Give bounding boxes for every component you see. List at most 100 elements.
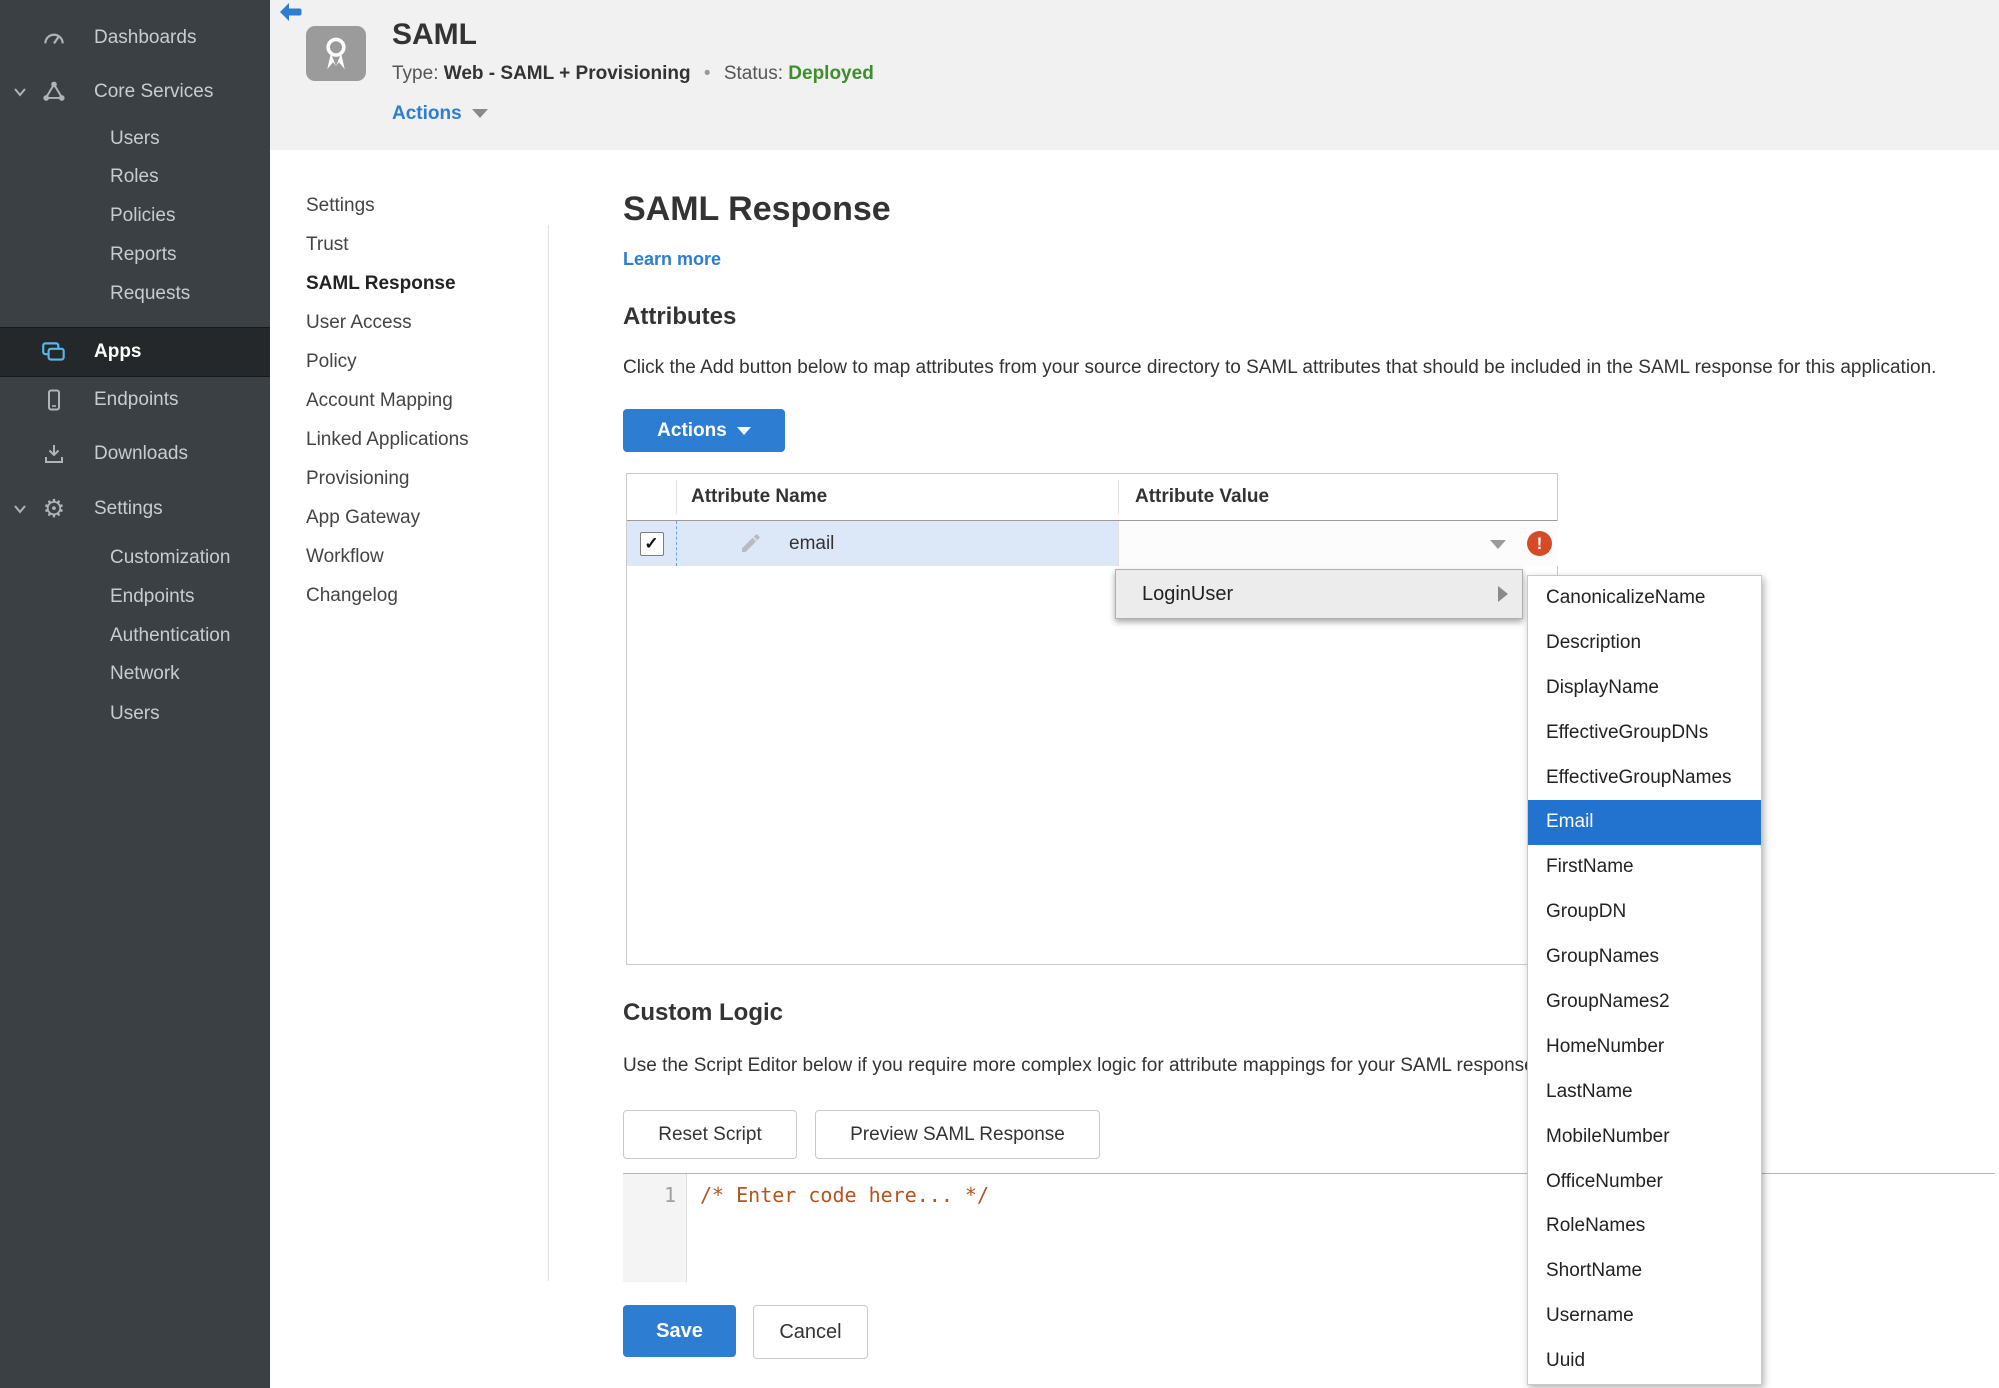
sidebar-item-label: Endpoints bbox=[94, 389, 179, 410]
download-icon bbox=[40, 435, 68, 473]
attributes-heading: Attributes bbox=[623, 303, 737, 330]
sidebar-item-roles[interactable]: Roles bbox=[0, 158, 270, 196]
sidebar-item-downloads[interactable]: Downloads bbox=[0, 435, 270, 473]
line-number: 1 bbox=[663, 1183, 676, 1207]
preview-saml-response-button[interactable]: Preview SAML Response bbox=[815, 1110, 1100, 1159]
sidebar-item-network[interactable]: Network bbox=[0, 655, 270, 693]
row-select-cell: ✓ bbox=[627, 521, 677, 566]
cancel-button[interactable]: Cancel bbox=[753, 1305, 868, 1359]
check-icon: ✓ bbox=[644, 533, 659, 553]
sidebar-item-label: Requests bbox=[110, 283, 191, 304]
attributes-description: Click the Add button below to map attrib… bbox=[623, 357, 1937, 378]
app-meta: Type: Web - SAML + Provisioning • Status… bbox=[392, 63, 874, 85]
attributes-table: Attribute Name Attribute Value ✓ email ! bbox=[626, 473, 1558, 965]
actions-button-label: Actions bbox=[657, 419, 727, 441]
custom-logic-description: Use the Script Editor below if you requi… bbox=[623, 1055, 1540, 1076]
gear-icon: ⚙ bbox=[42, 494, 66, 523]
menu-item-canonicalizename[interactable]: CanonicalizeName bbox=[1528, 576, 1761, 621]
subnav-item-changelog[interactable]: Changelog bbox=[270, 576, 546, 615]
value-submenu: CanonicalizeName Description DisplayName… bbox=[1527, 575, 1762, 1386]
learn-more-link[interactable]: Learn more bbox=[623, 249, 721, 270]
menu-item-username[interactable]: Username bbox=[1528, 1294, 1761, 1339]
loginuser-label: LoginUser bbox=[1142, 583, 1234, 605]
editor-gutter: 1 bbox=[623, 1174, 687, 1282]
subnav-item-settings[interactable]: Settings bbox=[270, 186, 546, 225]
menu-item-displayname[interactable]: DisplayName bbox=[1528, 666, 1761, 711]
menu-item-groupdn[interactable]: GroupDN bbox=[1528, 890, 1761, 935]
sidebar-item-users-settings[interactable]: Users bbox=[0, 695, 270, 733]
sidebar-item-policies[interactable]: Policies bbox=[0, 197, 270, 235]
subnav-item-account-mapping[interactable]: Account Mapping bbox=[270, 381, 546, 420]
app-actions-menu[interactable]: Actions bbox=[392, 103, 488, 125]
sidebar-item-users[interactable]: Users bbox=[0, 120, 270, 158]
chevron-down-icon[interactable] bbox=[10, 490, 30, 528]
subnav-item-provisioning[interactable]: Provisioning bbox=[270, 459, 546, 498]
app-badge-icon bbox=[306, 26, 366, 81]
sidebar-item-label: Endpoints bbox=[110, 586, 195, 607]
sidebar-item-dashboards[interactable]: Dashboards bbox=[0, 19, 270, 57]
menu-item-groupnames[interactable]: GroupNames bbox=[1528, 935, 1761, 980]
menu-item-mobilenumber[interactable]: MobileNumber bbox=[1528, 1115, 1761, 1160]
reset-script-button[interactable]: Reset Script bbox=[623, 1110, 797, 1159]
column-header-attribute-value: Attribute Value bbox=[1135, 486, 1270, 507]
menu-item-uuid[interactable]: Uuid bbox=[1528, 1339, 1761, 1384]
sidebar-item-label: Policies bbox=[110, 205, 176, 226]
value-menu-loginuser[interactable]: LoginUser bbox=[1115, 569, 1523, 619]
caret-down-icon bbox=[471, 109, 488, 119]
menu-item-homenumber[interactable]: HomeNumber bbox=[1528, 1025, 1761, 1070]
header-divider bbox=[676, 480, 677, 514]
subnav-item-saml-response[interactable]: SAML Response bbox=[270, 264, 546, 303]
screen: Dashboards Core Services Users Roles Pol… bbox=[0, 0, 1999, 1388]
sidebar-item-settings[interactable]: ⚙ Settings bbox=[0, 490, 270, 528]
sidebar-item-authentication[interactable]: Authentication bbox=[0, 617, 270, 655]
menu-item-effectivegroupnames[interactable]: EffectiveGroupNames bbox=[1528, 756, 1761, 801]
menu-item-lastname[interactable]: LastName bbox=[1528, 1070, 1761, 1115]
status-label: Status: bbox=[723, 63, 783, 84]
page-title: SAML Response bbox=[623, 190, 891, 228]
meta-separator: • bbox=[703, 63, 711, 84]
sidebar-item-customization[interactable]: Customization bbox=[0, 539, 270, 577]
save-button[interactable]: Save bbox=[623, 1305, 736, 1357]
subnav-item-user-access[interactable]: User Access bbox=[270, 303, 546, 342]
chevron-down-icon[interactable] bbox=[10, 73, 30, 111]
gauge-icon bbox=[40, 19, 68, 57]
subnav-item-policy[interactable]: Policy bbox=[270, 342, 546, 381]
sidebar-item-label: Users bbox=[110, 128, 160, 149]
app-actions-label: Actions bbox=[392, 103, 462, 124]
subnav-item-trust[interactable]: Trust bbox=[270, 225, 546, 264]
menu-item-rolenames[interactable]: RoleNames bbox=[1528, 1204, 1761, 1249]
dropdown-caret-icon[interactable] bbox=[1490, 540, 1506, 549]
sidebar-item-endpoints[interactable]: Endpoints bbox=[0, 381, 270, 419]
cancel-label: Cancel bbox=[779, 1320, 842, 1343]
menu-item-email-selected[interactable]: Email bbox=[1528, 800, 1761, 846]
attribute-value-dropdown[interactable]: ! bbox=[1118, 521, 1558, 566]
sidebar-item-endpoints-settings[interactable]: Endpoints bbox=[0, 578, 270, 616]
error-icon: ! bbox=[1527, 531, 1552, 556]
menu-item-effectivegroupdns[interactable]: EffectiveGroupDNs bbox=[1528, 711, 1761, 756]
subnav-item-workflow[interactable]: Workflow bbox=[270, 537, 546, 576]
table-row[interactable]: ✓ email ! bbox=[627, 521, 1558, 566]
column-header-attribute-name: Attribute Name bbox=[691, 486, 828, 507]
content-divider bbox=[548, 225, 549, 1281]
back-arrow-icon[interactable] bbox=[278, 2, 304, 22]
menu-item-firstname[interactable]: FirstName bbox=[1528, 845, 1761, 890]
script-editor[interactable]: 1 /* Enter code here... */ bbox=[623, 1173, 1995, 1282]
sidebar-item-reports[interactable]: Reports bbox=[0, 236, 270, 274]
sidebar-item-apps[interactable]: Apps bbox=[0, 327, 270, 377]
sidebar-item-label: Roles bbox=[110, 166, 159, 187]
attributes-actions-button[interactable]: Actions bbox=[623, 409, 785, 452]
menu-item-shortname[interactable]: ShortName bbox=[1528, 1249, 1761, 1294]
sidebar-item-requests[interactable]: Requests bbox=[0, 275, 270, 313]
menu-item-officenumber[interactable]: OfficeNumber bbox=[1528, 1160, 1761, 1205]
subnav-item-app-gateway[interactable]: App Gateway bbox=[270, 498, 546, 537]
subnav-item-linked-applications[interactable]: Linked Applications bbox=[270, 420, 546, 459]
main-sidebar: Dashboards Core Services Users Roles Pol… bbox=[0, 0, 270, 1388]
editor-code[interactable]: /* Enter code here... */ bbox=[700, 1183, 989, 1207]
preview-saml-label: Preview SAML Response bbox=[850, 1123, 1065, 1145]
row-checkbox-checked[interactable]: ✓ bbox=[639, 531, 664, 556]
app-subnav: Settings Trust SAML Response User Access… bbox=[270, 186, 546, 615]
menu-item-groupnames2[interactable]: GroupNames2 bbox=[1528, 980, 1761, 1025]
sidebar-item-core-services[interactable]: Core Services bbox=[0, 73, 270, 111]
sidebar-item-label: Network bbox=[110, 663, 180, 684]
menu-item-description[interactable]: Description bbox=[1528, 621, 1761, 666]
